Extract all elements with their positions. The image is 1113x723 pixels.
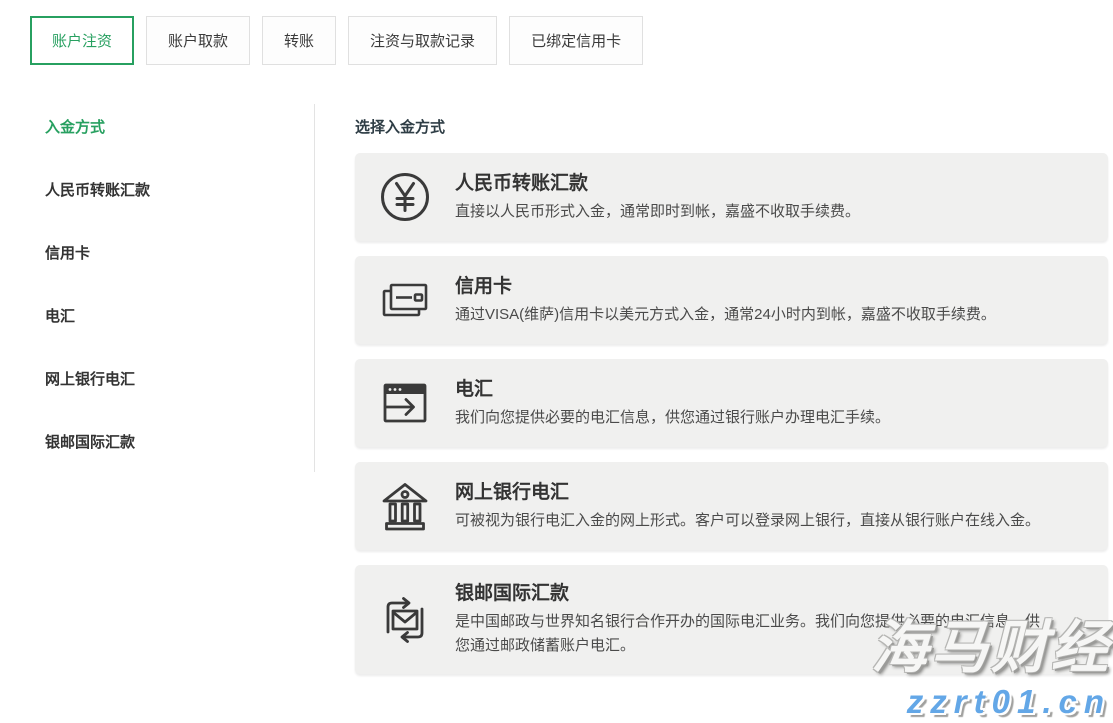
tab-account-deposit[interactable]: 账户注资 bbox=[30, 16, 134, 65]
card-description: 是中国邮政与世界知名银行合作开办的国际电汇业务。我们向您提供必要的电汇信息，供您… bbox=[455, 610, 1047, 658]
card-description: 直接以人民币形式入金，通常即时到帐，嘉盛不收取手续费。 bbox=[455, 200, 860, 224]
tab-linked-credit-cards[interactable]: 已绑定信用卡 bbox=[509, 16, 643, 65]
sidebar-item-wire-transfer[interactable]: 电汇 bbox=[45, 307, 314, 327]
mail-transfer-icon bbox=[379, 594, 431, 646]
card-credit-card[interactable]: 信用卡 通过VISA(维萨)信用卡以美元方式入金，通常24小时内到帐，嘉盛不收取… bbox=[355, 256, 1108, 344]
card-description: 我们向您提供必要的电汇信息，供您通过银行账户办理电汇手续。 bbox=[455, 406, 890, 430]
sidebar: 入金方式 人民币转账汇款 信用卡 电汇 网上银行电汇 银邮国际汇款 bbox=[0, 104, 315, 472]
card-title: 信用卡 bbox=[455, 274, 996, 299]
sidebar-item-deposit-methods[interactable]: 入金方式 bbox=[45, 118, 314, 138]
credit-card-icon bbox=[379, 274, 431, 326]
tab-bar: 账户注资 账户取款 转账 注资与取款记录 已绑定信用卡 bbox=[30, 16, 1113, 65]
watermark-url-text: zzrt01.cn bbox=[871, 681, 1111, 723]
tab-account-withdraw[interactable]: 账户取款 bbox=[146, 16, 250, 65]
card-description: 可被视为银行电汇入金的网上形式。客户可以登录网上银行，直接从银行账户在线入金。 bbox=[455, 509, 1040, 533]
card-postal-remittance[interactable]: 银邮国际汇款 是中国邮政与世界知名银行合作开办的国际电汇业务。我们向您提供必要的… bbox=[355, 565, 1108, 674]
main-panel: 选择入金方式 人民币转账汇款 直接以人民币形式入金，通常即时到帐，嘉盛不收取手续… bbox=[315, 104, 1113, 674]
sidebar-item-rmb-transfer[interactable]: 人民币转账汇款 bbox=[45, 181, 314, 201]
deposit-method-list: 人民币转账汇款 直接以人民币形式入金，通常即时到帐，嘉盛不收取手续费。 信用卡 bbox=[355, 153, 1108, 674]
card-rmb-transfer[interactable]: 人民币转账汇款 直接以人民币形式入金，通常即时到帐，嘉盛不收取手续费。 bbox=[355, 153, 1108, 241]
bank-icon bbox=[379, 480, 431, 532]
page-title: 选择入金方式 bbox=[355, 118, 1108, 138]
tab-transfer[interactable]: 转账 bbox=[262, 16, 336, 65]
sidebar-item-credit-card[interactable]: 信用卡 bbox=[45, 244, 314, 264]
tab-deposit-withdraw-records[interactable]: 注资与取款记录 bbox=[348, 16, 497, 65]
yen-circle-icon bbox=[379, 171, 431, 223]
sidebar-item-online-bank-wire[interactable]: 网上银行电汇 bbox=[45, 370, 314, 390]
card-title: 网上银行电汇 bbox=[455, 480, 1040, 505]
sidebar-item-postal-remittance[interactable]: 银邮国际汇款 bbox=[45, 433, 314, 453]
card-title: 银邮国际汇款 bbox=[455, 581, 1047, 606]
content-area: 入金方式 人民币转账汇款 信用卡 电汇 网上银行电汇 银邮国际汇款 选择入金方式… bbox=[0, 104, 1113, 674]
browser-arrow-icon bbox=[379, 377, 431, 429]
card-online-bank-wire[interactable]: 网上银行电汇 可被视为银行电汇入金的网上形式。客户可以登录网上银行，直接从银行账… bbox=[355, 462, 1108, 550]
card-wire-transfer[interactable]: 电汇 我们向您提供必要的电汇信息，供您通过银行账户办理电汇手续。 bbox=[355, 359, 1108, 447]
card-title: 人民币转账汇款 bbox=[455, 171, 860, 196]
card-title: 电汇 bbox=[455, 377, 890, 402]
card-description: 通过VISA(维萨)信用卡以美元方式入金，通常24小时内到帐，嘉盛不收取手续费。 bbox=[455, 303, 996, 327]
